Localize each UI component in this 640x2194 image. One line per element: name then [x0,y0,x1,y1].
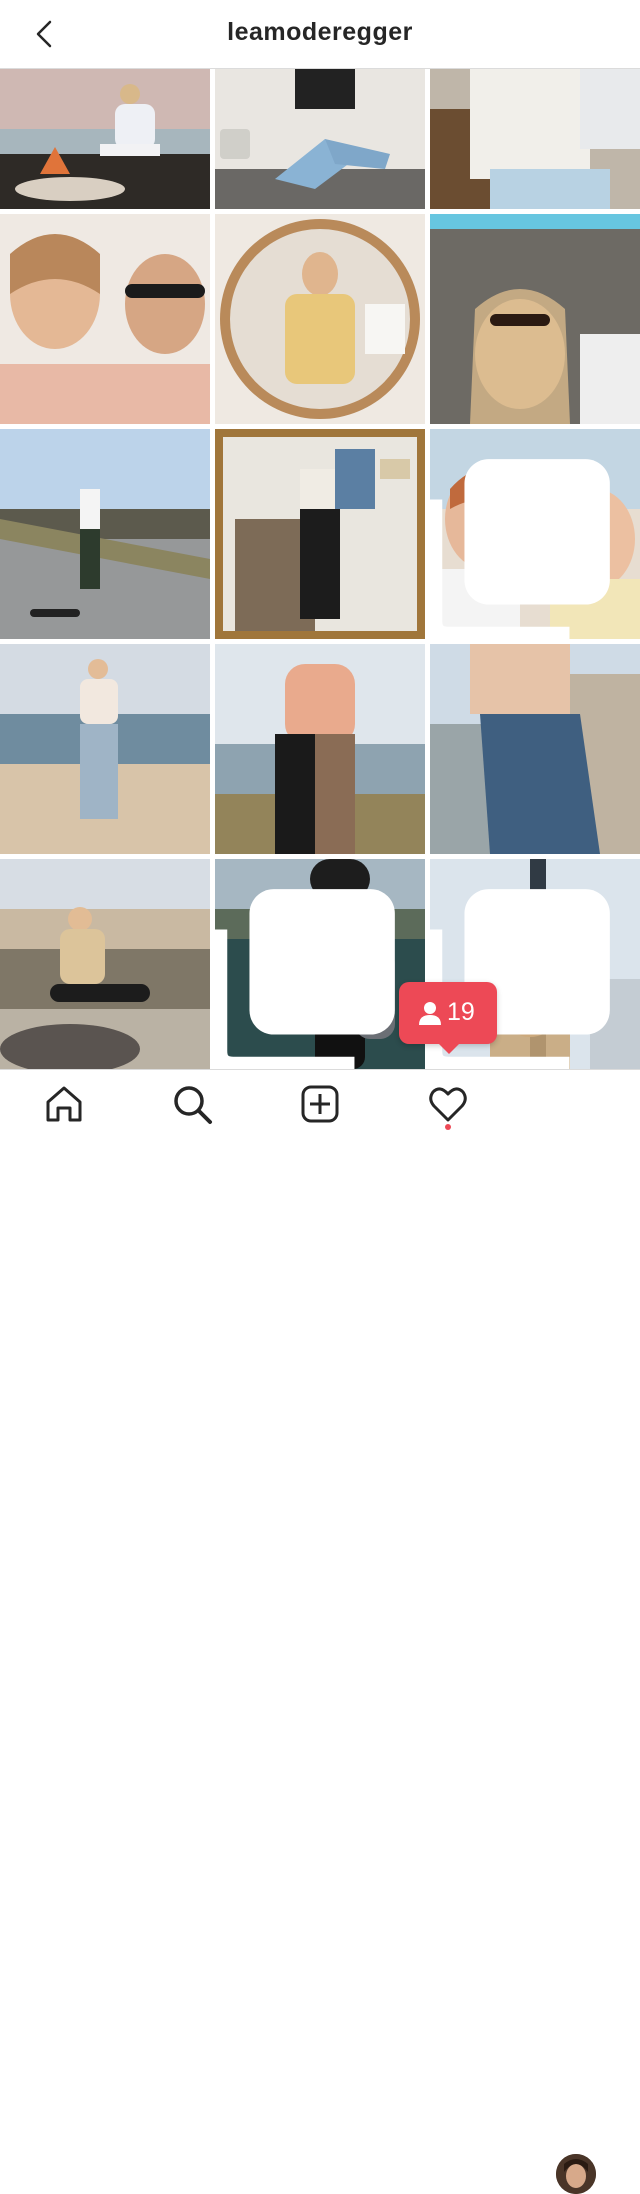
photo-tile[interactable] [430,69,640,209]
photo-tile[interactable] [430,644,640,854]
person-icon [419,1002,441,1025]
photo-tile[interactable] [0,644,210,854]
activity-notification-dot [445,1124,451,1130]
add-post-icon[interactable] [298,1082,342,1126]
photo-tile[interactable] [430,214,640,424]
multi-photo-icon [430,459,610,639]
search-icon[interactable] [170,1082,214,1126]
photo-tile[interactable] [0,214,210,424]
bottom-tab-bar [0,1069,640,2194]
new-followers-badge[interactable]: 19 [399,982,497,1054]
photo-tile[interactable] [0,69,210,209]
heart-icon[interactable] [426,1082,470,1126]
home-icon[interactable] [42,1082,86,1126]
photo-tile[interactable] [215,859,425,1069]
header: leamoderegger [0,0,640,69]
multi-photo-icon [215,889,395,1069]
photo-tile[interactable] [215,429,425,639]
photo-tile[interactable] [215,214,425,424]
profile-avatar[interactable] [556,2154,596,2194]
photo-tile[interactable] [430,429,640,639]
badge-count: 19 [447,998,475,1026]
page-title: leamoderegger [227,18,413,46]
photo-tile[interactable] [215,69,425,209]
photo-grid [0,69,640,1069]
photo-tile[interactable] [215,644,425,854]
photo-tile[interactable] [0,859,210,1069]
photo-tile[interactable] [0,429,210,639]
